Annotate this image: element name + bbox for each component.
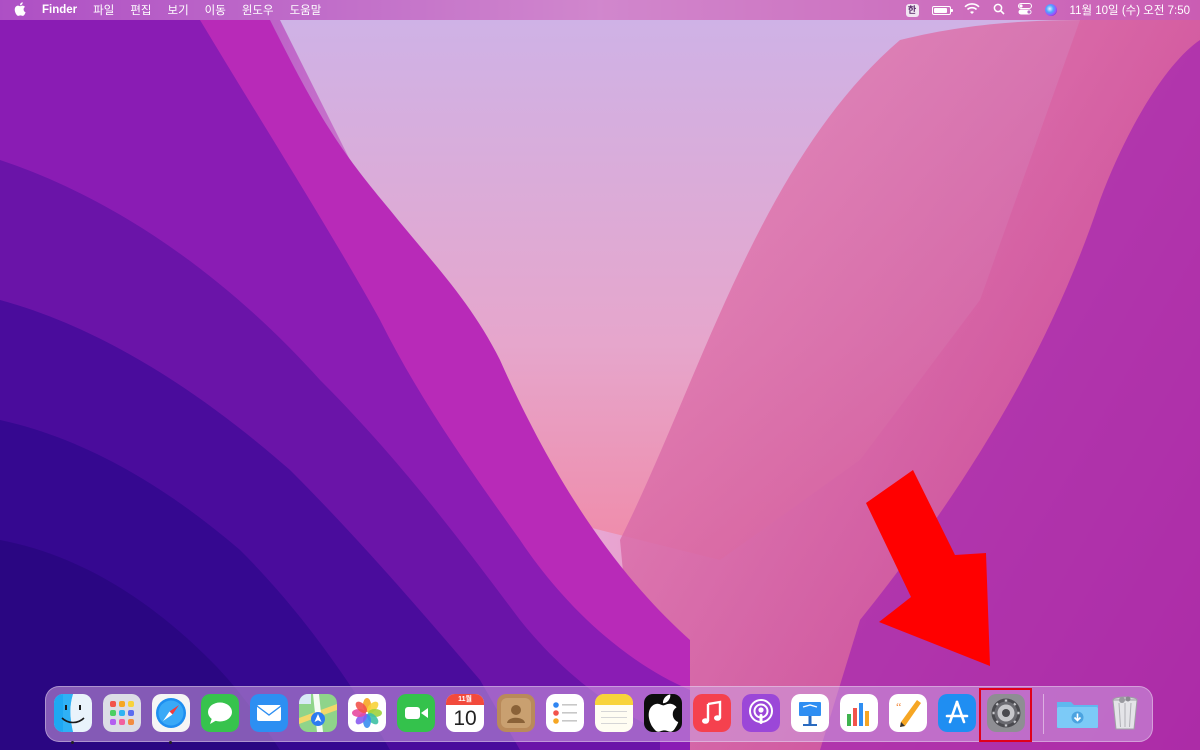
mail-icon[interactable] [250,694,288,732]
calendar-icon[interactable]: 11월 10 [446,694,484,732]
svg-text:“: “ [896,700,901,714]
control-center-icon[interactable] [1017,2,1032,18]
calendar-day: 10 [453,707,477,730]
calendar-month: 11월 [446,694,484,705]
trash-icon[interactable] [1106,694,1144,732]
menu-app-name[interactable]: Finder [42,4,77,16]
notes-icon[interactable] [595,694,633,732]
reminders-icon[interactable] [546,694,584,732]
menu-edit[interactable]: 편집 [130,2,151,18]
desktop-wallpaper [0,0,1200,750]
red-arrow-annotation [866,470,990,666]
menu-window[interactable]: 윈도우 [242,2,274,18]
dock-separator [1043,694,1044,734]
contacts-icon[interactable] [497,694,535,732]
photos-icon[interactable] [348,694,386,732]
menu-file[interactable]: 파일 [93,2,114,18]
battery-icon[interactable] [931,5,953,15]
pages-icon[interactable]: “ [889,694,927,732]
maps-icon[interactable] [299,694,337,732]
music-icon[interactable] [693,694,731,732]
menu-help[interactable]: 도움말 [290,2,322,18]
finder-icon[interactable] [54,694,92,732]
app-store-icon[interactable] [938,694,976,732]
numbers-icon[interactable] [840,694,878,732]
keynote-icon[interactable] [791,694,829,732]
apple-logo-icon[interactable] [14,1,26,19]
launchpad-icon[interactable] [103,694,141,732]
messages-icon[interactable] [201,694,239,732]
siri-icon[interactable] [1044,4,1057,16]
dock-running-indicator-finder [71,741,74,744]
apple-tv-icon[interactable]: tv [644,694,682,732]
menu-bar: Finder 파일 편집 보기 이동 윈도우 도움말 한 11월 10일 (수)… [0,0,1200,20]
apple-tv-label: tv [644,694,682,732]
podcasts-icon[interactable] [742,694,780,732]
menu-clock[interactable]: 11월 10일 (수) 오전 7:50 [1070,2,1190,18]
wifi-icon[interactable] [963,2,980,18]
downloads-folder-icon[interactable] [1055,694,1100,732]
input-method-indicator[interactable]: 한 [905,3,919,17]
safari-icon[interactable] [152,694,190,732]
dock-running-indicator-safari [169,741,172,744]
highlight-box [979,688,1032,742]
menu-view[interactable]: 보기 [167,2,188,18]
menu-go[interactable]: 이동 [205,2,226,18]
spotlight-search-icon[interactable] [993,3,1005,18]
facetime-icon[interactable] [397,694,435,732]
